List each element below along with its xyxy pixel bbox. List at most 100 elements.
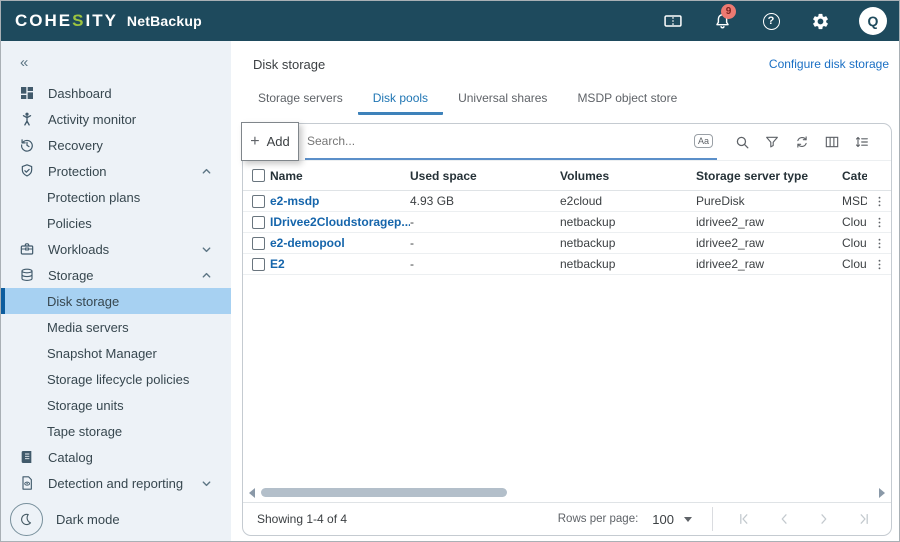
showing-count-label: Showing 1-4 of 4 bbox=[257, 512, 347, 526]
columns-icon[interactable] bbox=[817, 129, 847, 155]
category-cell: Clou bbox=[842, 215, 867, 229]
horizontal-scrollbar bbox=[243, 483, 891, 502]
rows-per-page-select[interactable]: 100 bbox=[652, 512, 692, 527]
column-header-category[interactable]: Categ bbox=[842, 169, 867, 183]
dashboard-icon bbox=[18, 84, 36, 102]
sidebar-item-media-servers[interactable]: Media servers bbox=[1, 314, 231, 340]
moon-icon bbox=[10, 503, 43, 536]
sidebar-item-label: Catalog bbox=[48, 450, 93, 465]
row-menu-icon[interactable] bbox=[873, 195, 886, 208]
row-menu-icon[interactable] bbox=[873, 258, 886, 271]
row-checkbox[interactable] bbox=[252, 237, 265, 250]
sidebar-item-label: Tape storage bbox=[47, 424, 122, 439]
sidebar-item-label: Storage lifecycle policies bbox=[47, 372, 189, 387]
search-icon[interactable] bbox=[727, 129, 757, 155]
column-header-used-space[interactable]: Used space bbox=[410, 169, 560, 183]
sidebar-item-disk-storage[interactable]: Disk storage bbox=[1, 288, 231, 314]
sidebar-item-activity-monitor[interactable]: Activity monitor bbox=[1, 106, 231, 132]
protection-shield-icon bbox=[18, 162, 36, 180]
select-all-checkbox[interactable] bbox=[252, 169, 265, 182]
used-space-cell: - bbox=[410, 236, 560, 250]
sidebar-item-label: Storage bbox=[48, 268, 94, 283]
table-row: E2 - netbackup idrivee2_raw Clou bbox=[243, 254, 891, 275]
sidebar-item-dashboard[interactable]: Dashboard bbox=[1, 80, 231, 106]
notifications-bell-icon[interactable]: 9 bbox=[712, 11, 732, 31]
row-menu-icon[interactable] bbox=[873, 216, 886, 229]
next-page-icon[interactable] bbox=[811, 507, 837, 531]
scrollbar-track[interactable] bbox=[260, 488, 874, 497]
sidebar-item-protection-plans[interactable]: Protection plans bbox=[1, 184, 231, 210]
match-case-icon[interactable]: Aa bbox=[694, 134, 713, 148]
user-avatar[interactable]: Q bbox=[859, 7, 887, 35]
volumes-cell: e2cloud bbox=[560, 194, 696, 208]
volumes-cell: netbackup bbox=[560, 257, 696, 271]
sidebar-item-detection-and-reporting[interactable]: Detection and reporting bbox=[1, 470, 231, 496]
footer-divider bbox=[712, 507, 713, 531]
sidebar-item-recovery[interactable]: Recovery bbox=[1, 132, 231, 158]
scrollbar-thumb[interactable] bbox=[261, 488, 507, 497]
used-space-cell: - bbox=[410, 257, 560, 271]
add-button[interactable]: + Add bbox=[241, 122, 299, 161]
configure-disk-storage-link[interactable]: Configure disk storage bbox=[769, 57, 889, 71]
workloads-briefcase-icon bbox=[18, 240, 36, 258]
help-icon[interactable]: ? bbox=[761, 11, 781, 31]
tab-storage-servers[interactable]: Storage servers bbox=[243, 83, 358, 115]
sidebar-item-tape-storage[interactable]: Tape storage bbox=[1, 418, 231, 444]
column-header-name[interactable]: Name bbox=[270, 169, 410, 183]
chevron-up-icon bbox=[201, 166, 212, 177]
server-type-cell: PureDisk bbox=[696, 194, 842, 208]
table-row: e2-msdp 4.93 GB e2cloud PureDisk MSD bbox=[243, 191, 891, 212]
disk-pool-name-link[interactable]: IDrivee2Cloudstoragep... bbox=[270, 215, 410, 229]
chevron-down-icon bbox=[201, 478, 212, 489]
sidebar-item-label: Protection plans bbox=[47, 190, 140, 205]
dark-mode-label: Dark mode bbox=[56, 512, 120, 527]
row-checkbox[interactable] bbox=[252, 195, 265, 208]
brand-text: COHESITY bbox=[15, 11, 118, 31]
table-empty-area bbox=[243, 275, 891, 483]
sidebar-item-storage-lifecycle-policies[interactable]: Storage lifecycle policies bbox=[1, 366, 231, 392]
column-header-volumes[interactable]: Volumes bbox=[560, 169, 696, 183]
sidebar-item-label: Policies bbox=[47, 216, 92, 231]
row-menu-icon[interactable] bbox=[873, 237, 886, 250]
server-type-cell: idrivee2_raw bbox=[696, 215, 842, 229]
row-checkbox[interactable] bbox=[252, 258, 265, 271]
display-density-icon[interactable] bbox=[847, 129, 877, 155]
filter-icon[interactable] bbox=[757, 129, 787, 155]
sidebar-item-protection[interactable]: Protection bbox=[1, 158, 231, 184]
sidebar-item-policies[interactable]: Policies bbox=[1, 210, 231, 236]
sidebar-item-snapshot-manager[interactable]: Snapshot Manager bbox=[1, 340, 231, 366]
sidebar-item-workloads[interactable]: Workloads bbox=[1, 236, 231, 262]
pagination-controls bbox=[731, 507, 877, 531]
refresh-icon[interactable] bbox=[787, 129, 817, 155]
last-page-icon[interactable] bbox=[851, 507, 877, 531]
scroll-right-icon[interactable] bbox=[879, 488, 885, 498]
search-input[interactable] bbox=[307, 134, 694, 148]
disk-pool-name-link[interactable]: E2 bbox=[270, 257, 285, 271]
recovery-history-icon bbox=[18, 136, 36, 154]
settings-gear-icon[interactable] bbox=[810, 11, 830, 31]
activity-monitor-icon bbox=[18, 110, 36, 128]
sidebar-item-catalog[interactable]: Catalog bbox=[1, 444, 231, 470]
scroll-left-icon[interactable] bbox=[249, 488, 255, 498]
page-header: Disk storage Configure disk storage bbox=[231, 41, 899, 73]
sidebar-item-label: Disk storage bbox=[47, 294, 119, 309]
main-content: Disk storage Configure disk storage Stor… bbox=[231, 41, 899, 541]
tab-universal-shares[interactable]: Universal shares bbox=[443, 83, 562, 115]
column-header-storage-server-type[interactable]: Storage server type bbox=[696, 169, 842, 183]
sidebar-collapse-icon[interactable]: « bbox=[1, 53, 231, 80]
sidebar-item-label: Recovery bbox=[48, 138, 103, 153]
dark-mode-toggle[interactable]: Dark mode bbox=[10, 503, 120, 536]
tab-disk-pools[interactable]: Disk pools bbox=[358, 83, 443, 115]
disk-pool-name-link[interactable]: e2-demopool bbox=[270, 236, 345, 250]
toolbar-actions bbox=[727, 129, 893, 155]
previous-page-icon[interactable] bbox=[771, 507, 797, 531]
row-checkbox[interactable] bbox=[252, 216, 265, 229]
sidebar-item-label: Storage units bbox=[47, 398, 124, 413]
volumes-cell: netbackup bbox=[560, 215, 696, 229]
disk-pool-name-link[interactable]: e2-msdp bbox=[270, 194, 319, 208]
sidebar-item-storage-units[interactable]: Storage units bbox=[1, 392, 231, 418]
sidebar-item-storage[interactable]: Storage bbox=[1, 262, 231, 288]
ticket-icon[interactable] bbox=[663, 11, 683, 31]
tab-msdp-object-store[interactable]: MSDP object store bbox=[562, 83, 692, 115]
first-page-icon[interactable] bbox=[731, 507, 757, 531]
